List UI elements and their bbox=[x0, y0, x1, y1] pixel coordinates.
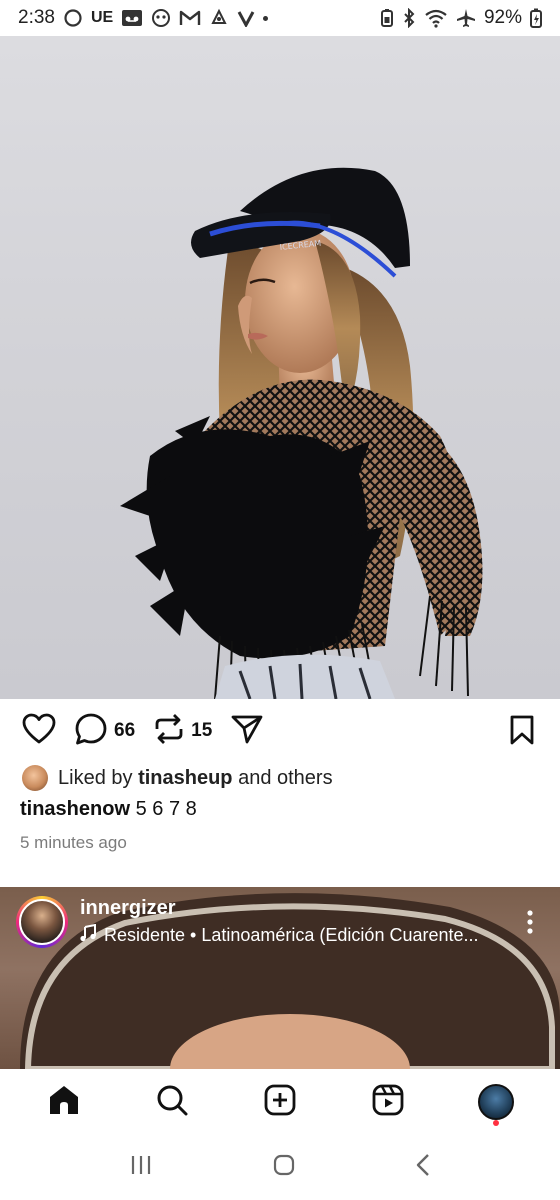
share-button[interactable] bbox=[230, 713, 264, 750]
battery-saver-icon bbox=[380, 8, 394, 28]
next-post-header: innergizer Residente • Latinoamérica (Ed… bbox=[0, 887, 560, 957]
nav-create[interactable] bbox=[250, 1072, 310, 1132]
bottom-navigation bbox=[0, 1069, 560, 1135]
status-right: 92% bbox=[380, 7, 542, 29]
nav-profile[interactable] bbox=[466, 1072, 526, 1132]
recent-apps-button[interactable] bbox=[129, 1154, 153, 1181]
repost-icon bbox=[153, 712, 185, 751]
gmail-icon bbox=[179, 9, 201, 27]
liked-by-suffix: and others bbox=[238, 766, 333, 789]
liked-by-text: Liked by tinasheup and others bbox=[58, 767, 333, 790]
bookmark-icon bbox=[508, 715, 536, 750]
comment-count: 66 bbox=[114, 720, 136, 741]
home-circle-icon bbox=[273, 1154, 295, 1176]
more-vertical-icon bbox=[526, 910, 534, 939]
liked-by-avatar bbox=[22, 765, 48, 791]
status-bar: 2:38 UE 92% bbox=[0, 0, 560, 36]
system-navigation-bar bbox=[0, 1135, 560, 1200]
profile-avatar bbox=[478, 1084, 514, 1120]
nav-reels[interactable] bbox=[358, 1072, 418, 1132]
next-post-song: Residente • Latinoamérica (Edición Cuare… bbox=[104, 925, 479, 945]
battery-icon bbox=[530, 8, 542, 28]
search-icon bbox=[156, 1084, 188, 1121]
recent-apps-icon bbox=[132, 1156, 151, 1174]
liked-by-prefix: Liked by bbox=[58, 766, 133, 789]
liked-by-row[interactable]: Liked by tinasheup and others bbox=[22, 764, 333, 792]
send-icon bbox=[230, 713, 264, 750]
music-note-icon bbox=[80, 923, 96, 947]
gamepad-icon bbox=[151, 8, 171, 28]
like-button[interactable] bbox=[22, 713, 56, 750]
threads-icon bbox=[63, 8, 83, 28]
post-photo: ICECREAM bbox=[120, 167, 483, 699]
v-app-icon bbox=[237, 9, 255, 27]
heart-icon bbox=[22, 713, 56, 750]
save-button[interactable] bbox=[508, 714, 536, 751]
caption-text: 5 6 7 8 bbox=[135, 798, 197, 820]
post-caption: tinashenow 5 6 7 8 bbox=[20, 798, 197, 821]
status-indicator-text: UE bbox=[90, 9, 114, 26]
add-post-icon bbox=[264, 1084, 296, 1121]
nav-home[interactable] bbox=[34, 1072, 94, 1132]
home-icon bbox=[47, 1084, 81, 1121]
avatar bbox=[19, 899, 65, 945]
liked-by-username[interactable]: tinasheup bbox=[138, 767, 232, 789]
home-system-button[interactable] bbox=[272, 1153, 296, 1182]
repost-count: 15 bbox=[191, 720, 213, 741]
nav-search[interactable] bbox=[142, 1072, 202, 1132]
bluetooth-icon bbox=[402, 8, 416, 28]
reels-icon bbox=[372, 1084, 404, 1121]
airplane-mode-icon bbox=[456, 8, 476, 28]
more-options-button[interactable] bbox=[526, 909, 534, 940]
more-notifications-dot bbox=[263, 15, 269, 21]
post-timestamp: 5 minutes ago bbox=[20, 833, 127, 852]
comment-icon bbox=[74, 712, 108, 751]
next-post-music[interactable]: Residente • Latinoamérica (Edición Cuare… bbox=[80, 923, 479, 947]
app-icon bbox=[209, 8, 229, 28]
status-time: 2:38 bbox=[18, 7, 55, 28]
next-post-username[interactable]: innergizer bbox=[80, 897, 479, 920]
wifi-icon bbox=[424, 8, 448, 28]
post-actions: 66 15 bbox=[0, 700, 560, 762]
voicemail-icon bbox=[121, 9, 143, 27]
status-left: 2:38 UE bbox=[18, 7, 269, 29]
caption-username[interactable]: tinashenow bbox=[20, 798, 130, 820]
comment-button[interactable]: 66 bbox=[74, 712, 135, 751]
battery-percentage: 92% bbox=[483, 7, 522, 28]
next-post[interactable]: innergizer Residente • Latinoamérica (Ed… bbox=[0, 887, 560, 1069]
repost-button[interactable]: 15 bbox=[153, 712, 212, 751]
post-image[interactable]: ICECREAM bbox=[0, 36, 560, 699]
back-chevron-icon bbox=[416, 1154, 429, 1176]
notification-dot bbox=[493, 1120, 499, 1126]
story-ring-avatar[interactable] bbox=[16, 896, 68, 948]
back-button[interactable] bbox=[415, 1153, 431, 1182]
next-post-meta: innergizer Residente • Latinoamérica (Ed… bbox=[80, 897, 479, 947]
